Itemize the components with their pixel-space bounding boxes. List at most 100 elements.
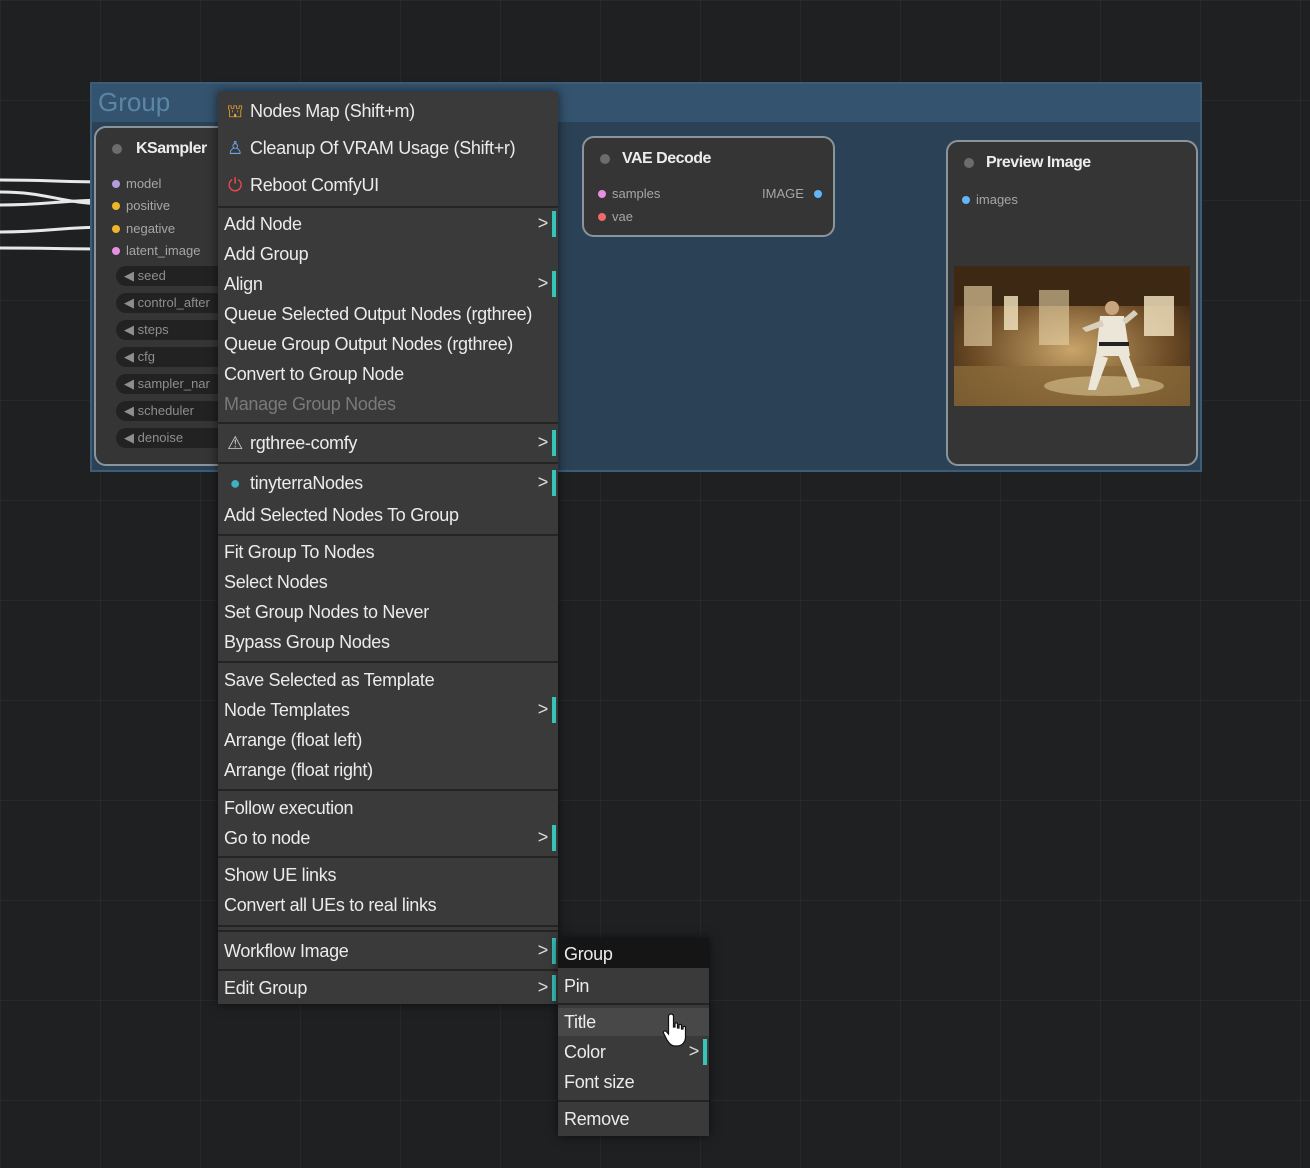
images-input-dot[interactable]: [962, 196, 970, 204]
node-title[interactable]: VAE Decode: [584, 138, 833, 178]
output-image: IMAGE: [762, 186, 804, 201]
submenu-arrow-icon: >: [537, 213, 549, 233]
menu-separator: [218, 661, 558, 663]
menu-item-save-as-template[interactable]: Save Selected as Template: [218, 666, 558, 694]
menu-item-show-ue-links[interactable]: Show UE links: [218, 861, 558, 889]
cleanup-icon: ♙: [227, 138, 243, 158]
menu-item-add-node[interactable]: Add Node >: [218, 210, 558, 238]
menu-item-queue-group-output[interactable]: Queue Group Output Nodes (rgthree): [218, 330, 558, 358]
menu-item-label: Reboot ComfyUI: [250, 175, 379, 195]
widget-control-after[interactable]: ◀ control_after: [116, 293, 226, 313]
menu-item-tinyterranodes[interactable]: ● tinyterraNodes >: [218, 469, 558, 497]
widget-label: cfg: [137, 349, 155, 364]
menu-item-follow-execution[interactable]: Follow execution: [218, 794, 558, 822]
menu-item-label: Arrange (float left): [224, 730, 363, 750]
menu-item-select-nodes[interactable]: Select Nodes: [218, 568, 558, 596]
preview-image-node[interactable]: Preview Image images: [946, 140, 1198, 466]
menu-item-edit-group[interactable]: Edit Group >: [218, 974, 558, 1002]
submenu-arrow-icon: >: [537, 472, 549, 492]
menu-item-label: Cleanup Of VRAM Usage (Shift+r): [250, 138, 516, 158]
widget-label: denoise: [137, 430, 184, 445]
menu-item-convert-ues-to-real-links[interactable]: Convert all UEs to real links: [218, 891, 558, 919]
menu-item-label: Set Group Nodes to Never: [224, 602, 429, 622]
menu-item-workflow-image[interactable]: Workflow Image >: [218, 937, 558, 965]
menu-item-label: Nodes Map (Shift+m): [250, 101, 415, 121]
menu-item-label: Manage Group Nodes: [224, 394, 396, 414]
menu-separator: [218, 462, 558, 464]
menu-item-go-to-node[interactable]: Go to node >: [218, 824, 558, 852]
menu-item-arrange-float-left[interactable]: Arrange (float left): [218, 726, 558, 754]
submenu-indicator: [552, 271, 556, 297]
submenu-indicator: [552, 211, 556, 237]
menu-separator: [218, 925, 558, 927]
widget-label: steps: [137, 322, 169, 337]
menu-separator: [218, 969, 558, 971]
submenu-item-label: Color: [564, 1042, 606, 1062]
menu-item-label: Fit Group To Nodes: [224, 542, 375, 562]
menu-item-label: Save Selected as Template: [224, 670, 435, 690]
widget-scheduler[interactable]: ◀ scheduler: [116, 401, 226, 421]
menu-item-node-templates[interactable]: Node Templates >: [218, 696, 558, 724]
hand-cursor-icon: [662, 1013, 687, 1047]
menu-item-arrange-float-right[interactable]: Arrange (float right): [218, 756, 558, 784]
group-title[interactable]: Group: [98, 87, 170, 118]
input-samples: samples: [612, 186, 661, 201]
submenu-item-font-size[interactable]: Font size: [558, 1068, 709, 1096]
menu-item-queue-selected-output[interactable]: Queue Selected Output Nodes (rgthree): [218, 300, 558, 328]
widget-sampler-name[interactable]: ◀ sampler_nar: [116, 374, 226, 394]
menu-item-bypass-group-nodes[interactable]: Bypass Group Nodes: [218, 628, 558, 656]
vae-decode-node[interactable]: VAE Decode samples vae IMAGE: [582, 136, 835, 237]
menu-item-cleanup-vram[interactable]: ♙ Cleanup Of VRAM Usage (Shift+r): [218, 134, 558, 162]
menu-item-fit-group-to-nodes[interactable]: Fit Group To Nodes: [218, 538, 558, 566]
menu-separator: [218, 789, 558, 791]
negative-input-dot[interactable]: [112, 225, 120, 233]
menu-item-label: tinyterraNodes: [250, 473, 363, 493]
widget-denoise[interactable]: ◀ denoise: [116, 428, 226, 448]
menu-item-nodes-map[interactable]: ⛫ Nodes Map (Shift+m): [218, 97, 558, 125]
submenu-indicator: [552, 975, 556, 1001]
menu-item-label: Add Selected Nodes To Group: [224, 505, 459, 525]
menu-item-align[interactable]: Align >: [218, 270, 558, 298]
menu-item-rgthree-comfy[interactable]: ⚠ rgthree-comfy >: [218, 429, 558, 457]
collapse-dot-icon[interactable]: [964, 158, 974, 168]
positive-input-dot[interactable]: [112, 202, 120, 210]
submenu-arrow-icon: >: [537, 977, 549, 997]
menu-item-label: Arrange (float right): [224, 760, 373, 780]
submenu-item-remove[interactable]: Remove: [558, 1105, 709, 1133]
menu-separator: [558, 1100, 709, 1102]
menu-item-label: Queue Group Output Nodes (rgthree): [224, 334, 513, 354]
latent-input-dot[interactable]: [112, 247, 120, 255]
menu-item-add-group[interactable]: Add Group: [218, 240, 558, 268]
vae-input-dot[interactable]: [598, 213, 606, 221]
submenu-indicator: [703, 1039, 707, 1065]
menu-item-label: Add Group: [224, 244, 309, 264]
globe-icon: ●: [229, 473, 241, 493]
widget-label: sampler_nar: [137, 376, 210, 391]
submenu-arrow-icon: >: [537, 273, 549, 293]
rgthree-icon: ⚠: [227, 433, 243, 453]
menu-item-manage-group-nodes: Manage Group Nodes: [218, 390, 558, 418]
submenu-indicator: [552, 470, 556, 496]
widget-steps[interactable]: ◀ steps: [116, 320, 226, 340]
submenu-indicator: [552, 825, 556, 851]
menu-item-set-group-nodes-never[interactable]: Set Group Nodes to Never: [218, 598, 558, 626]
context-menu: ⛫ Nodes Map (Shift+m) ♙ Cleanup Of VRAM Us…: [218, 92, 558, 1004]
node-title[interactable]: Preview Image: [948, 142, 1196, 182]
submenu-item-pin[interactable]: Pin: [558, 972, 709, 1000]
menu-item-convert-to-group-node[interactable]: Convert to Group Node: [218, 360, 558, 388]
collapse-dot-icon[interactable]: [112, 144, 122, 154]
menu-item-label: Align: [224, 274, 263, 294]
node-canvas[interactable]: Group KSampler model positive negative l…: [0, 0, 1310, 1168]
widget-seed[interactable]: ◀ seed: [116, 266, 226, 286]
menu-item-add-selected-to-group[interactable]: Add Selected Nodes To Group: [218, 501, 558, 529]
preview-image-thumbnail[interactable]: [954, 266, 1190, 406]
model-input-dot[interactable]: [112, 180, 120, 188]
widget-cfg[interactable]: ◀ cfg: [116, 347, 226, 367]
menu-item-label: rgthree-comfy: [250, 433, 358, 453]
image-output-dot[interactable]: [814, 190, 822, 198]
menu-item-reboot-comfyui[interactable]: ⏻ Reboot ComfyUI: [218, 171, 558, 199]
submenu-title: Group: [564, 944, 613, 964]
menu-separator: [218, 206, 558, 208]
samples-input-dot[interactable]: [598, 190, 606, 198]
collapse-dot-icon[interactable]: [600, 154, 610, 164]
